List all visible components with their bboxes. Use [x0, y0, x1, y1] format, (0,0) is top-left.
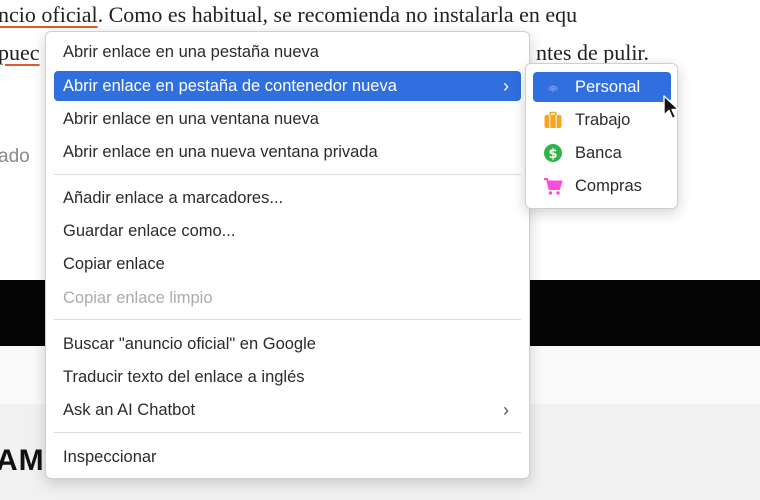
container-item-banking[interactable]: $ Banca [533, 138, 671, 168]
mouse-cursor-icon [663, 95, 680, 120]
menu-item-copy-clean-link: Copiar enlace limpio [63, 289, 213, 307]
menu-item-open-new-tab[interactable]: Abrir enlace en una pestaña nueva [54, 37, 521, 67]
container-item-shopping[interactable]: Compras [533, 171, 671, 201]
article-side-text: ado [0, 146, 30, 167]
chevron-right-icon: › [503, 400, 509, 420]
cart-icon [544, 178, 563, 195]
fingerprint-icon [545, 79, 561, 95]
dollar-icon: $ [544, 144, 562, 162]
svg-text:$: $ [548, 147, 557, 162]
menu-item-open-new-window[interactable]: Abrir enlace en una ventana nueva [54, 104, 521, 134]
article-text: . Como es habitual, se recomienda no ins… [97, 2, 578, 27]
menu-item-translate-link[interactable]: Traducir texto del enlace a inglés [54, 362, 521, 392]
menu-item-ai-chatbot[interactable]: Ask an AI Chatbot › [54, 395, 521, 425]
article-link[interactable]: puec [0, 40, 40, 65]
container-submenu: Personal Trabajo $ Banca Compras [525, 63, 678, 209]
article-link[interactable]: ncio oficial [0, 2, 98, 27]
menu-item-open-private-window[interactable]: Abrir enlace en una nueva ventana privad… [54, 137, 521, 167]
menu-separator [54, 319, 521, 320]
briefcase-icon [544, 111, 562, 128]
menu-item-search-google[interactable]: Buscar "anuncio oficial" en Google [54, 329, 521, 359]
article-line: puec [0, 40, 40, 66]
container-item-personal[interactable]: Personal [533, 72, 671, 102]
article-line: ncio oficial. Como es habitual, se recom… [0, 2, 577, 28]
menu-item-inspect[interactable]: Inspeccionar [54, 442, 521, 472]
menu-item-save-link[interactable]: Guardar enlace como... [54, 216, 521, 246]
context-menu: Abrir enlace en una pestaña nueva Abrir … [45, 31, 530, 479]
menu-separator [54, 174, 521, 175]
chevron-right-icon: › [503, 76, 509, 96]
menu-separator [54, 432, 521, 433]
menu-item-open-container-tab[interactable]: Abrir enlace en pestaña de contenedor nu… [54, 71, 521, 101]
container-item-work[interactable]: Trabajo [533, 105, 671, 135]
section-heading: AM [0, 444, 45, 477]
menu-item-bookmark-link[interactable]: Añadir enlace a marcadores... [54, 183, 521, 213]
menu-item-copy-link[interactable]: Copiar enlace [54, 249, 521, 279]
